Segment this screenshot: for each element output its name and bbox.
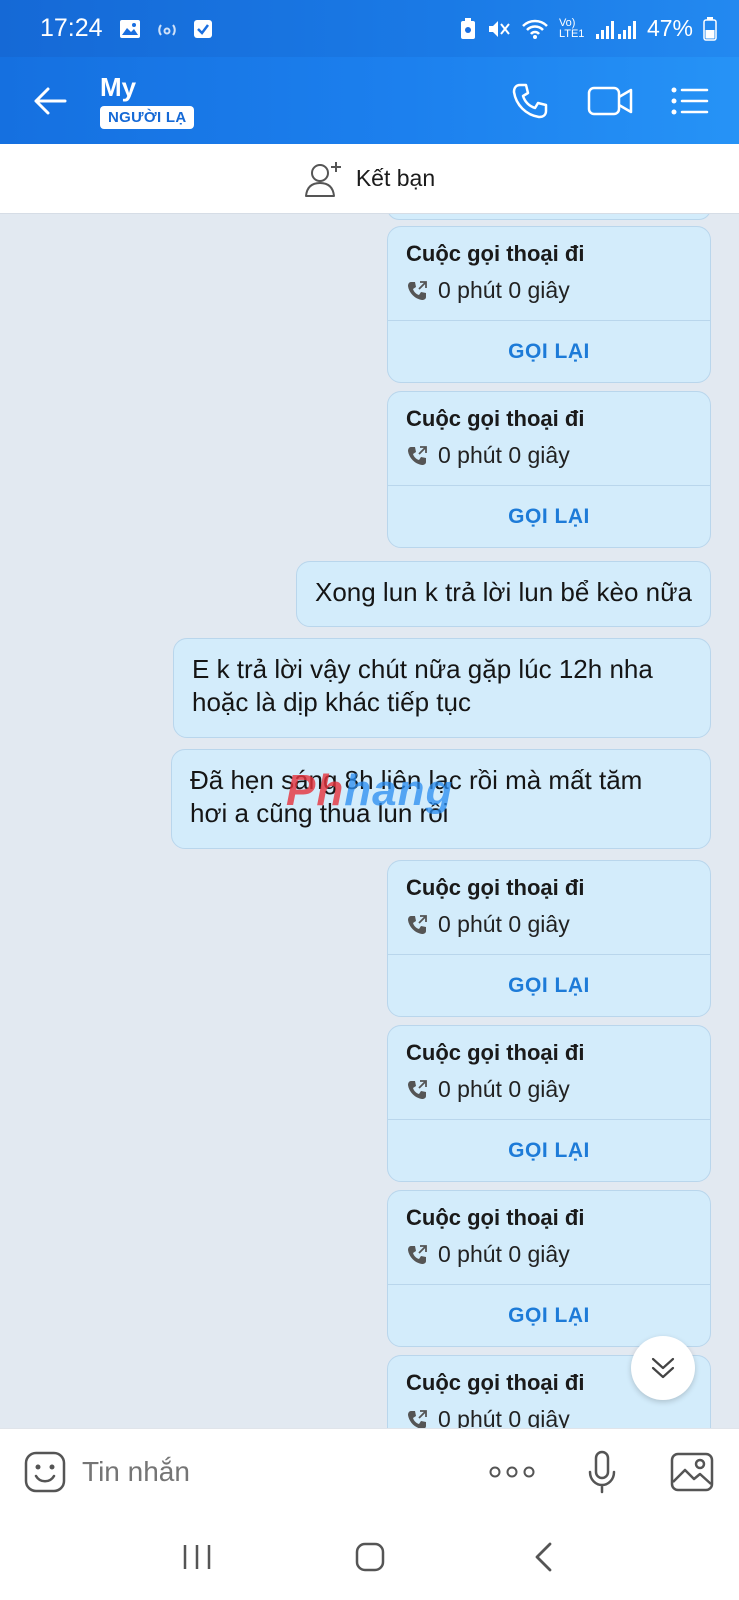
message-bubble-partial [387,214,711,220]
outgoing-call-icon [408,1244,427,1264]
emoji-icon [24,1451,66,1492]
call-duration: 0 phút 0 giây [438,277,570,303]
message-composer [0,1428,739,1514]
checkbox-notification-icon [193,19,212,38]
call-back-button[interactable]: GỌI LẠI [388,486,710,548]
voice-message-button[interactable] [577,1447,627,1497]
wifi-icon [522,19,548,39]
status-time: 17:24 [40,14,103,42]
call-card: Cuộc gọi thoại đi 0 phút 0 giây GỌI LẠI [387,860,711,1017]
call-info: Cuộc gọi thoại đi 0 phút 0 giây [388,1191,710,1285]
recent-apps-icon [183,1545,210,1569]
outgoing-call-icon [408,280,427,300]
call-info: Cuộc gọi thoại đi 0 phút 0 giây [388,392,710,486]
mute-icon [488,20,510,37]
list-menu-icon [671,87,709,114]
call-info: Cuộc gọi thoại đi 0 phút 0 giây [388,1026,710,1120]
outgoing-call-icon [408,1409,427,1428]
more-options-button[interactable] [487,1447,537,1497]
call-card: Cuộc gọi thoại đi 0 phút 0 giây GỌI LẠI [387,1190,711,1347]
message-list[interactable]: Cuộc gọi thoại đi 0 phút 0 giây GỌI LẠI … [0,214,739,1428]
call-duration: 0 phút 0 giây [438,911,570,937]
stranger-badge: NGƯỜI LẠ [100,106,195,129]
back-button[interactable] [20,71,80,131]
double-chevron-down-icon [651,1357,675,1379]
call-duration-row: 0 phút 0 giây [406,1241,692,1268]
back-nav-button[interactable] [513,1527,573,1587]
contact-title[interactable]: My NGƯỜI LẠ [100,72,195,129]
add-user-icon [304,161,341,197]
scroll-to-bottom-button[interactable] [631,1336,695,1400]
chat-options-button[interactable] [665,76,715,126]
status-system-icons: Vo) LTE1 47% [459,15,717,42]
message-text-line: E k trả lời vậy chút nữa gặp lúc 12h nha [192,654,653,684]
call-info: Cuộc gọi thoại đi 0 phút 0 giây [388,227,710,321]
call-card: Cuộc gọi thoại đi 0 phút 0 giây GỌI LẠI [387,391,711,548]
call-back-button[interactable]: GỌI LẠI [388,955,710,1017]
call-title: Cuộc gọi thoại đi [406,406,585,431]
contact-name: My [100,72,137,102]
video-call-button[interactable] [585,76,635,126]
text-message: Xong lun k trả lời lun bể kèo nữa [295,561,711,627]
call-title: Cuộc gọi thoại đi [406,241,585,266]
chevron-left-icon [535,1542,551,1572]
video-camera-icon [587,86,633,115]
watermark-logo: Phhang [286,766,454,815]
call-title: Cuộc gọi thoại đi [406,1040,585,1065]
phone-icon [512,83,548,118]
chat-header: My NGƯỜI LẠ [0,57,739,144]
status-bar: 17:24 Vo) LTE1 47% [0,0,739,57]
message-text-line: hoặc là dịp khác tiếp tục [192,687,471,717]
outgoing-call-icon [408,1079,427,1099]
image-icon [670,1452,714,1491]
gallery-notification-icon [119,19,140,38]
recent-apps-button[interactable] [167,1527,227,1587]
battery-saver-icon [460,17,475,39]
add-friend-bar[interactable]: Kết bạn [0,144,739,214]
battery-percent: 47% [646,15,693,41]
home-icon [355,1542,384,1572]
sticker-button[interactable] [22,1449,68,1495]
voice-call-button[interactable] [505,76,555,126]
composer-actions [487,1447,717,1497]
hotspot-icon [157,23,176,36]
send-image-button[interactable] [667,1447,717,1497]
call-duration: 0 phút 0 giây [438,442,570,468]
call-duration: 0 phút 0 giây [438,1241,570,1267]
system-navigation-bar [0,1514,739,1600]
call-duration-row: 0 phút 0 giây [406,911,692,938]
call-duration: 0 phút 0 giây [438,1076,570,1102]
call-duration: 0 phút 0 giây [438,1406,570,1428]
call-title: Cuộc gọi thoại đi [406,1205,585,1230]
call-duration-row: 0 phút 0 giây [406,277,692,304]
call-card: Cuộc gọi thoại đi 0 phút 0 giây GỌI LẠI [387,1025,711,1182]
add-friend-label: Kết bạn [355,165,436,191]
network-label: Vo) LTE1 [558,16,585,40]
text-message: E k trả lời vậy chút nữa gặp lúc 12h nha… [173,638,711,738]
message-text: Xong lun k trả lời lun bể kèo nữa [314,577,692,607]
microphone-icon [588,1450,616,1493]
call-card: Cuộc gọi thoại đi 0 phút 0 giây GỌI LẠI [387,226,711,383]
call-duration-row: 0 phút 0 giây [406,1406,692,1428]
call-back-button[interactable]: GỌI LẠI [388,1120,710,1182]
call-info: Cuộc gọi thoại đi 0 phút 0 giây [388,861,710,955]
arrow-left-icon [34,87,67,114]
call-title: Cuộc gọi thoại đi [406,875,585,900]
status-notification-icons [119,19,213,39]
signal-icon [595,20,636,39]
home-button[interactable] [340,1527,400,1587]
battery-icon [703,16,717,41]
outgoing-call-icon [408,445,427,465]
header-actions [505,76,715,126]
call-duration-row: 0 phút 0 giây [406,442,692,469]
more-dots-icon [489,1466,535,1477]
outgoing-call-icon [408,914,427,934]
call-back-button[interactable]: GỌI LẠI [388,321,710,383]
message-input[interactable] [82,1455,442,1488]
call-duration-row: 0 phút 0 giây [406,1076,692,1103]
